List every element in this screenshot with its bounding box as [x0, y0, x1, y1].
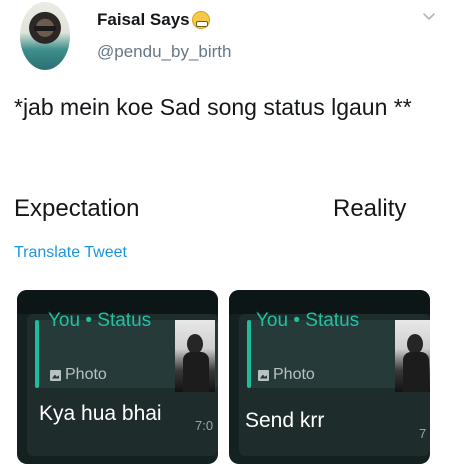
grinning-face-icon — [191, 11, 210, 29]
label-reality: Reality — [333, 195, 407, 222]
photo-label: Photo — [273, 366, 315, 383]
author-name-row[interactable]: Faisal Says — [97, 10, 210, 30]
message-time: 7 — [419, 426, 427, 441]
photo-icon — [50, 369, 61, 381]
status-thumbnail — [175, 320, 215, 392]
chevron-down-icon[interactable] — [422, 10, 436, 24]
message-text: Send krr — [245, 409, 325, 432]
tweet-image-reality[interactable]: You • Status Photo Send krr 7 — [229, 290, 430, 464]
quote-accent-bar — [35, 320, 39, 388]
quote-accent-bar — [247, 320, 251, 388]
avatar-sunglasses — [34, 26, 56, 31]
message-time: 7:0 — [195, 418, 214, 433]
tweet-image-expectation[interactable]: You • Status Photo Kya hua bhai 7:0 — [17, 290, 218, 464]
status-photo-row: Photo — [258, 366, 315, 384]
author-handle[interactable]: @pendu_by_birth — [97, 42, 231, 62]
tweet-text: *jab mein koe Sad song status lgaun ** — [14, 94, 412, 120]
author-name[interactable]: Faisal Says — [97, 10, 190, 30]
status-thumbnail — [395, 320, 430, 392]
label-expectation: Expectation — [14, 195, 140, 222]
status-reply-title: You • Status — [256, 310, 360, 331]
author-avatar[interactable] — [20, 2, 70, 70]
message-text: Kya hua bhai — [39, 402, 162, 425]
photo-icon — [258, 369, 269, 381]
status-reply-title: You • Status — [48, 310, 152, 331]
photo-label: Photo — [65, 366, 107, 383]
status-photo-row: Photo — [50, 366, 107, 384]
translate-tweet-link[interactable]: Translate Tweet — [14, 244, 127, 262]
